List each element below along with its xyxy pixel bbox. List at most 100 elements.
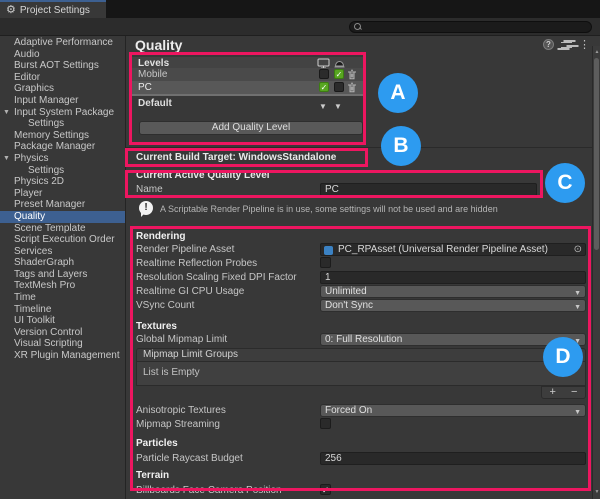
scroll-up-icon[interactable]: ▲ [593,49,600,55]
search-box[interactable] [349,21,592,33]
realtime-reflection-probes-checkbox[interactable] [320,257,331,268]
add-list-item-button[interactable]: + [542,387,564,398]
mipmap-streaming-checkbox[interactable] [320,418,331,429]
gear-icon: ⚙ [6,5,16,16]
sidebar-item-visual-scripting[interactable]: Visual Scripting [0,338,125,350]
settings-category-list: Adaptive Performance Audio Burst AOT Set… [0,36,126,499]
terrain-section-title: Terrain [136,470,169,481]
resolution-scaling-row: Resolution Scaling Fixed DPI Factor 1 [126,271,586,284]
mobile-second-checkbox[interactable]: ✓ [334,69,344,79]
header-icons: ? ⋮ [543,39,590,50]
search-input[interactable] [365,22,575,32]
mipmap-limit-groups-list: List is Empty [136,362,586,386]
srp-warning: ! A Scriptable Render Pipeline is in use… [139,201,589,219]
rendering-section-title: Rendering [136,231,185,242]
scroll-down-icon[interactable]: ▼ [593,489,600,495]
billboards-face-camera-checkbox[interactable]: ✓ [320,484,331,495]
quality-level-row-mobile[interactable]: Mobile ✓ [132,68,364,81]
name-row: Name PC [126,183,586,196]
warning-icon: ! [139,201,153,215]
sidebar-item-tags-and-layers[interactable]: Tags and Layers [0,269,125,281]
page-title: Quality [135,37,182,53]
sidebar-item-quality[interactable]: Quality [0,211,125,223]
global-mipmap-limit-row: Global Mipmap Limit 0: Full Resolution ▼ [126,333,586,346]
sidebar-item-audio[interactable]: Audio [0,49,125,61]
sidebar-item-memory-settings[interactable]: Memory Settings [0,130,125,142]
current-active-quality-level-heading: Current Active Quality Level [136,170,270,181]
sidebar-item-adaptive-performance[interactable]: Adaptive Performance [0,37,125,49]
particles-section-title: Particles [136,438,178,449]
sidebar-item-version-control[interactable]: Version Control [0,327,125,339]
pc-desktop-checkbox[interactable]: ✓ [319,82,329,92]
sidebar-item-services[interactable]: Services [0,246,125,258]
trash-icon[interactable] [347,82,357,93]
sidebar-item-shadergraph[interactable]: ShaderGraph [0,257,125,269]
trash-icon[interactable] [347,69,357,80]
anisotropic-textures-dropdown[interactable]: Forced On ▼ [320,404,586,417]
name-field[interactable]: PC [320,183,537,196]
default-desktop-dropdown-icon[interactable]: ▼ [319,99,327,115]
tab-project-settings[interactable]: ⚙ Project Settings [0,0,106,18]
sidebar-item-package-manager[interactable]: Package Manager [0,141,125,153]
pc-second-checkbox[interactable] [334,82,344,92]
object-picker-icon[interactable]: ⊙ [574,244,582,256]
sidebar-item-scene-template[interactable]: Scene Template [0,223,125,235]
sidebar-item-preset-manager[interactable]: Preset Manager [0,199,125,211]
mobile-desktop-checkbox[interactable] [319,69,329,79]
sidebar-item-player[interactable]: Player [0,188,125,200]
realtime-gi-cpu-usage-dropdown[interactable]: Unlimited ▼ [320,285,586,298]
render-pipeline-asset-row: Render Pipeline Asset PC_RPAsset (Univer… [126,243,586,256]
mipmap-limit-groups-header[interactable]: Mipmap Limit Groups [136,348,586,362]
realtime-gi-cpu-usage-row: Realtime GI CPU Usage Unlimited ▼ [126,285,586,298]
sidebar-item-editor[interactable]: Editor [0,72,125,84]
default-quality-row: Default ▼ ▼ [132,96,364,112]
search-icon [354,23,362,31]
annotation-marker-b: B [381,126,421,166]
divider [126,147,592,148]
default-second-dropdown-icon[interactable]: ▼ [334,99,342,115]
preset-icon[interactable] [561,40,572,50]
project-settings-window: ⚙ Project Settings Adaptive Performance … [0,0,600,499]
sidebar-item-input-system-settings[interactable]: Settings [0,118,125,130]
current-build-target-label: Current Build Target: WindowsStandalone [136,152,336,163]
more-menu-icon[interactable]: ⋮ [579,40,590,50]
sidebar-item-ui-toolkit[interactable]: UI Toolkit [0,315,125,327]
sidebar-item-script-execution-order[interactable]: Script Execution Order [0,234,125,246]
vertical-scrollbar[interactable]: ▲ ▼ [592,46,600,499]
annotation-marker-c: C [545,163,585,203]
sidebar-item-physics-2d[interactable]: Physics 2D [0,176,125,188]
sidebar-item-physics[interactable]: ▼Physics [0,153,125,165]
dropdown-arrow-icon: ▼ [574,407,581,418]
sidebar-item-xr-plugin-management[interactable]: XR Plugin Management [0,350,125,362]
annotation-marker-a: A [378,73,418,113]
help-icon[interactable]: ? [543,39,554,50]
quality-level-row-pc[interactable]: PC ✓ [132,81,364,94]
foldout-icon[interactable]: ▼ [3,107,10,119]
sidebar-item-timeline[interactable]: Timeline [0,304,125,316]
foldout-icon[interactable]: ▼ [3,153,10,165]
vsync-count-dropdown[interactable]: Don't Sync ▼ [320,299,586,312]
sidebar-item-textmesh-pro[interactable]: TextMesh Pro [0,280,125,292]
name-label: Name [136,184,163,195]
sidebar-item-physics-settings[interactable]: Settings [0,165,125,177]
remove-list-item-button[interactable]: − [564,387,586,398]
annotation-marker-d: D [543,337,583,377]
sidebar-item-input-system-package[interactable]: ▼Input System Package [0,107,125,119]
render-pipeline-asset-field[interactable]: PC_RPAsset (Universal Render Pipeline As… [320,243,586,256]
particle-raycast-budget-row: Particle Raycast Budget 256 [126,452,586,465]
sidebar-item-input-manager[interactable]: Input Manager [0,95,125,107]
sidebar-item-burst-aot-settings[interactable]: Burst AOT Settings [0,60,125,72]
billboards-face-camera-row: Billboards Face Camera Position ✓ [126,484,586,497]
settings-toolbar [0,18,600,36]
mipmap-streaming-row: Mipmap Streaming [126,418,586,431]
vsync-count-row: VSync Count Don't Sync ▼ [126,299,586,312]
sidebar-item-graphics[interactable]: Graphics [0,83,125,95]
realtime-reflection-probes-row: Realtime Reflection Probes [126,257,586,270]
scrollbar-thumb[interactable] [594,58,599,250]
add-quality-level-button[interactable]: Add Quality Level [139,121,363,135]
urp-asset-icon [324,246,333,255]
tab-bar: ⚙ Project Settings [0,0,600,18]
particle-raycast-budget-field[interactable]: 256 [320,452,586,465]
sidebar-item-time[interactable]: Time [0,292,125,304]
resolution-scaling-field[interactable]: 1 [320,271,586,284]
